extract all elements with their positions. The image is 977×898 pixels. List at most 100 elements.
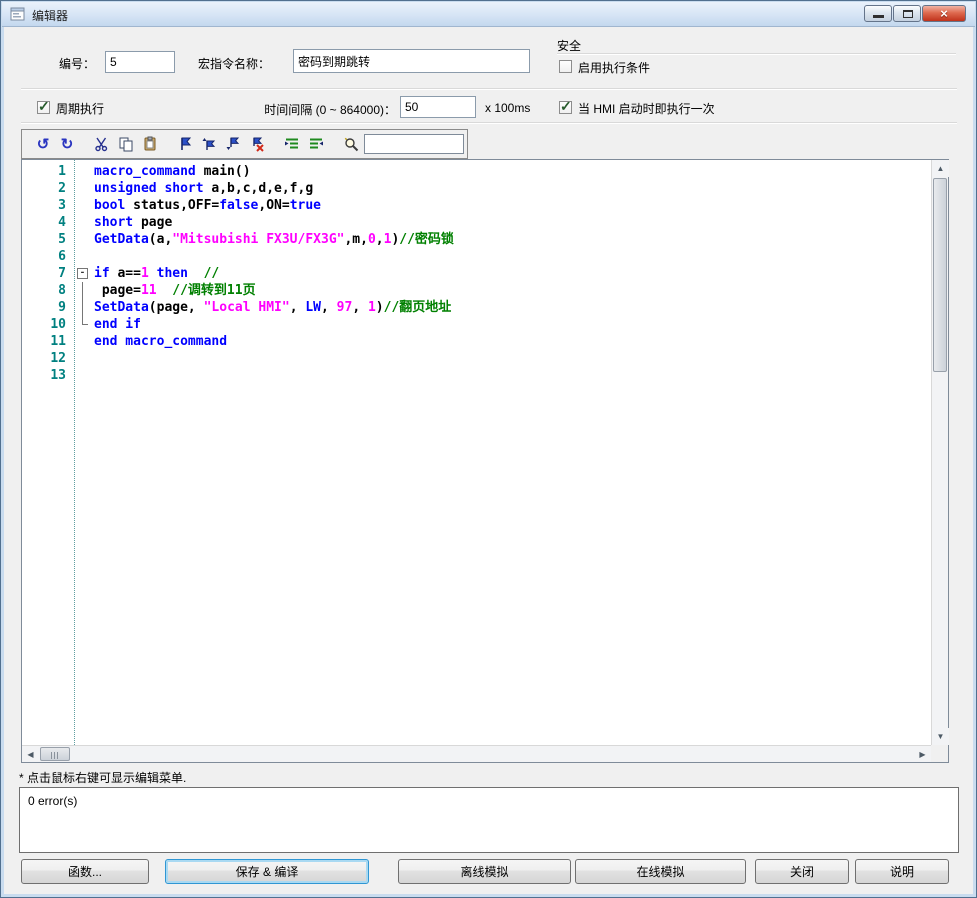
- line-number: 1: [22, 163, 74, 180]
- save-compile-button[interactable]: 保存 & 编译: [165, 859, 369, 884]
- offline-sim-button[interactable]: 离线模拟: [398, 859, 571, 884]
- enable-condition-label: 启用执行条件: [578, 59, 650, 76]
- scrollbar-corner: [931, 745, 948, 762]
- fold-gutter: [74, 214, 94, 231]
- copy-button[interactable]: [115, 134, 137, 154]
- code-area[interactable]: 1 macro_command main() 2 unsigned short a,b…: [22, 160, 931, 745]
- bookmark-toggle-icon: [177, 136, 193, 152]
- bookmark-toggle-button[interactable]: [174, 134, 196, 154]
- scroll-left-button[interactable]: ◀: [22, 746, 39, 762]
- line-number: 3: [22, 197, 74, 214]
- line-number: 7: [22, 265, 74, 282]
- paste-button[interactable]: [139, 134, 161, 154]
- periodic-label: 周期执行: [56, 100, 104, 117]
- code-text: end macro_command: [94, 333, 227, 350]
- line-number: 4: [22, 214, 74, 231]
- line-number: 13: [22, 367, 74, 384]
- horizontal-scrollbar-thumb[interactable]: [40, 747, 70, 761]
- line-number: 10: [22, 316, 74, 333]
- code-text: page=11 //调转到11页: [94, 282, 256, 299]
- interval-label: 时间间隔 (0 ~ 864000)：: [241, 101, 396, 118]
- code-text: GetData(a,"Mitsubishi FX3U/FX3G",m,0,1)/…: [94, 231, 454, 248]
- code-line[interactable]: 8 page=11 //调转到11页: [22, 282, 931, 299]
- close-dialog-button[interactable]: 关闭: [755, 859, 849, 884]
- line-number: 2: [22, 180, 74, 197]
- fold-marker: [74, 299, 94, 316]
- security-group-label: 安全: [557, 37, 581, 54]
- code-editor: 1 macro_command main() 2 unsigned short a,b…: [21, 159, 949, 763]
- bookmark-prev-button[interactable]: [198, 134, 220, 154]
- check-icon: ✓: [560, 98, 572, 115]
- code-line[interactable]: 5GetData(a,"Mitsubishi FX3U/FX3G",m,0,1)…: [22, 231, 931, 248]
- security-divider: [557, 53, 956, 55]
- bookmark-next-button[interactable]: [222, 134, 244, 154]
- interval-input[interactable]: [400, 96, 476, 118]
- scroll-up-button[interactable]: ▲: [932, 160, 949, 177]
- code-text: bool status,OFF=false,ON=true: [94, 197, 321, 214]
- maximize-icon: [903, 10, 913, 18]
- code-line[interactable]: 13: [22, 367, 931, 384]
- undo-button[interactable]: ↺: [32, 134, 54, 154]
- close-icon: ×: [923, 6, 965, 21]
- code-line[interactable]: 4short page: [22, 214, 931, 231]
- line-number: 12: [22, 350, 74, 367]
- indent-button[interactable]: [305, 134, 327, 154]
- number-input[interactable]: [105, 51, 175, 73]
- divider-1: [21, 88, 957, 90]
- code-line[interactable]: 11end macro_command: [22, 333, 931, 350]
- maximize-button[interactable]: [893, 5, 921, 22]
- periodic-checkbox[interactable]: ✓: [37, 101, 50, 114]
- indent-icon: [308, 136, 324, 152]
- fold-gutter: [74, 350, 94, 367]
- fold-marker: [74, 282, 94, 299]
- macro-name-input[interactable]: [293, 49, 530, 73]
- code-text: unsigned short a,b,c,d,e,f,g: [94, 180, 313, 197]
- fold-gutter: [74, 180, 94, 197]
- divider-2: [21, 122, 957, 124]
- find-input[interactable]: [364, 134, 464, 154]
- code-line[interactable]: 6: [22, 248, 931, 265]
- code-line[interactable]: 2 unsigned short a,b,c,d,e,f,g: [22, 180, 931, 197]
- redo-button[interactable]: ↻: [56, 134, 78, 154]
- code-line[interactable]: 12: [22, 350, 931, 367]
- bookmarks-clear-icon: [249, 136, 265, 152]
- editor-toolbar: ↺ ↻: [21, 129, 468, 159]
- code-line[interactable]: 7-if a==1 then //: [22, 265, 931, 282]
- cut-icon: [94, 136, 110, 152]
- code-line[interactable]: 1 macro_command main(): [22, 163, 931, 180]
- bookmark-prev-icon: [201, 136, 217, 152]
- code-line[interactable]: 10end if: [22, 316, 931, 333]
- code-lines: 1 macro_command main() 2 unsigned short a,b…: [22, 163, 931, 384]
- code-line[interactable]: 9SetData(page, "Local HMI", LW, 97, 1)//…: [22, 299, 931, 316]
- horizontal-scrollbar[interactable]: ◀ ▶: [22, 745, 931, 762]
- fold-marker: [74, 316, 94, 333]
- line-number: 6: [22, 248, 74, 265]
- editor-window: 编辑器 × 编号： 宏指令名称： 安全 ✓ 启用执行条件 ✓ 周期执行 时间间隔…: [0, 0, 977, 898]
- code-line[interactable]: 3 bool status,OFF=false,ON=true: [22, 197, 931, 214]
- number-label: 编号：: [59, 55, 95, 72]
- fold-gutter: [74, 248, 94, 265]
- paste-icon: [142, 136, 158, 152]
- vertical-scrollbar[interactable]: ▲ ▼: [931, 160, 948, 745]
- online-sim-button[interactable]: 在线模拟: [575, 859, 746, 884]
- enable-condition-checkbox[interactable]: ✓: [559, 60, 572, 73]
- startup-checkbox[interactable]: ✓: [559, 101, 572, 114]
- minimize-button[interactable]: [864, 5, 892, 22]
- scroll-right-button[interactable]: ▶: [914, 746, 931, 762]
- find-button[interactable]: [340, 134, 362, 154]
- bookmarks-clear-button[interactable]: [246, 134, 268, 154]
- vertical-scrollbar-thumb[interactable]: [933, 178, 947, 372]
- titlebar: 编辑器 ×: [2, 2, 975, 27]
- functions-button[interactable]: 函数...: [21, 859, 149, 884]
- interval-unit-label: x 100ms: [485, 101, 530, 115]
- cut-button[interactable]: [91, 134, 113, 154]
- minimize-icon: [873, 15, 884, 18]
- close-button[interactable]: ×: [922, 5, 966, 22]
- line-number: 9: [22, 299, 74, 316]
- app-icon: [10, 7, 26, 21]
- code-text: macro_command main(): [94, 163, 251, 180]
- help-button[interactable]: 说明: [855, 859, 949, 884]
- scroll-down-button[interactable]: ▼: [932, 728, 949, 745]
- fold-marker[interactable]: -: [74, 265, 94, 282]
- outdent-button[interactable]: [281, 134, 303, 154]
